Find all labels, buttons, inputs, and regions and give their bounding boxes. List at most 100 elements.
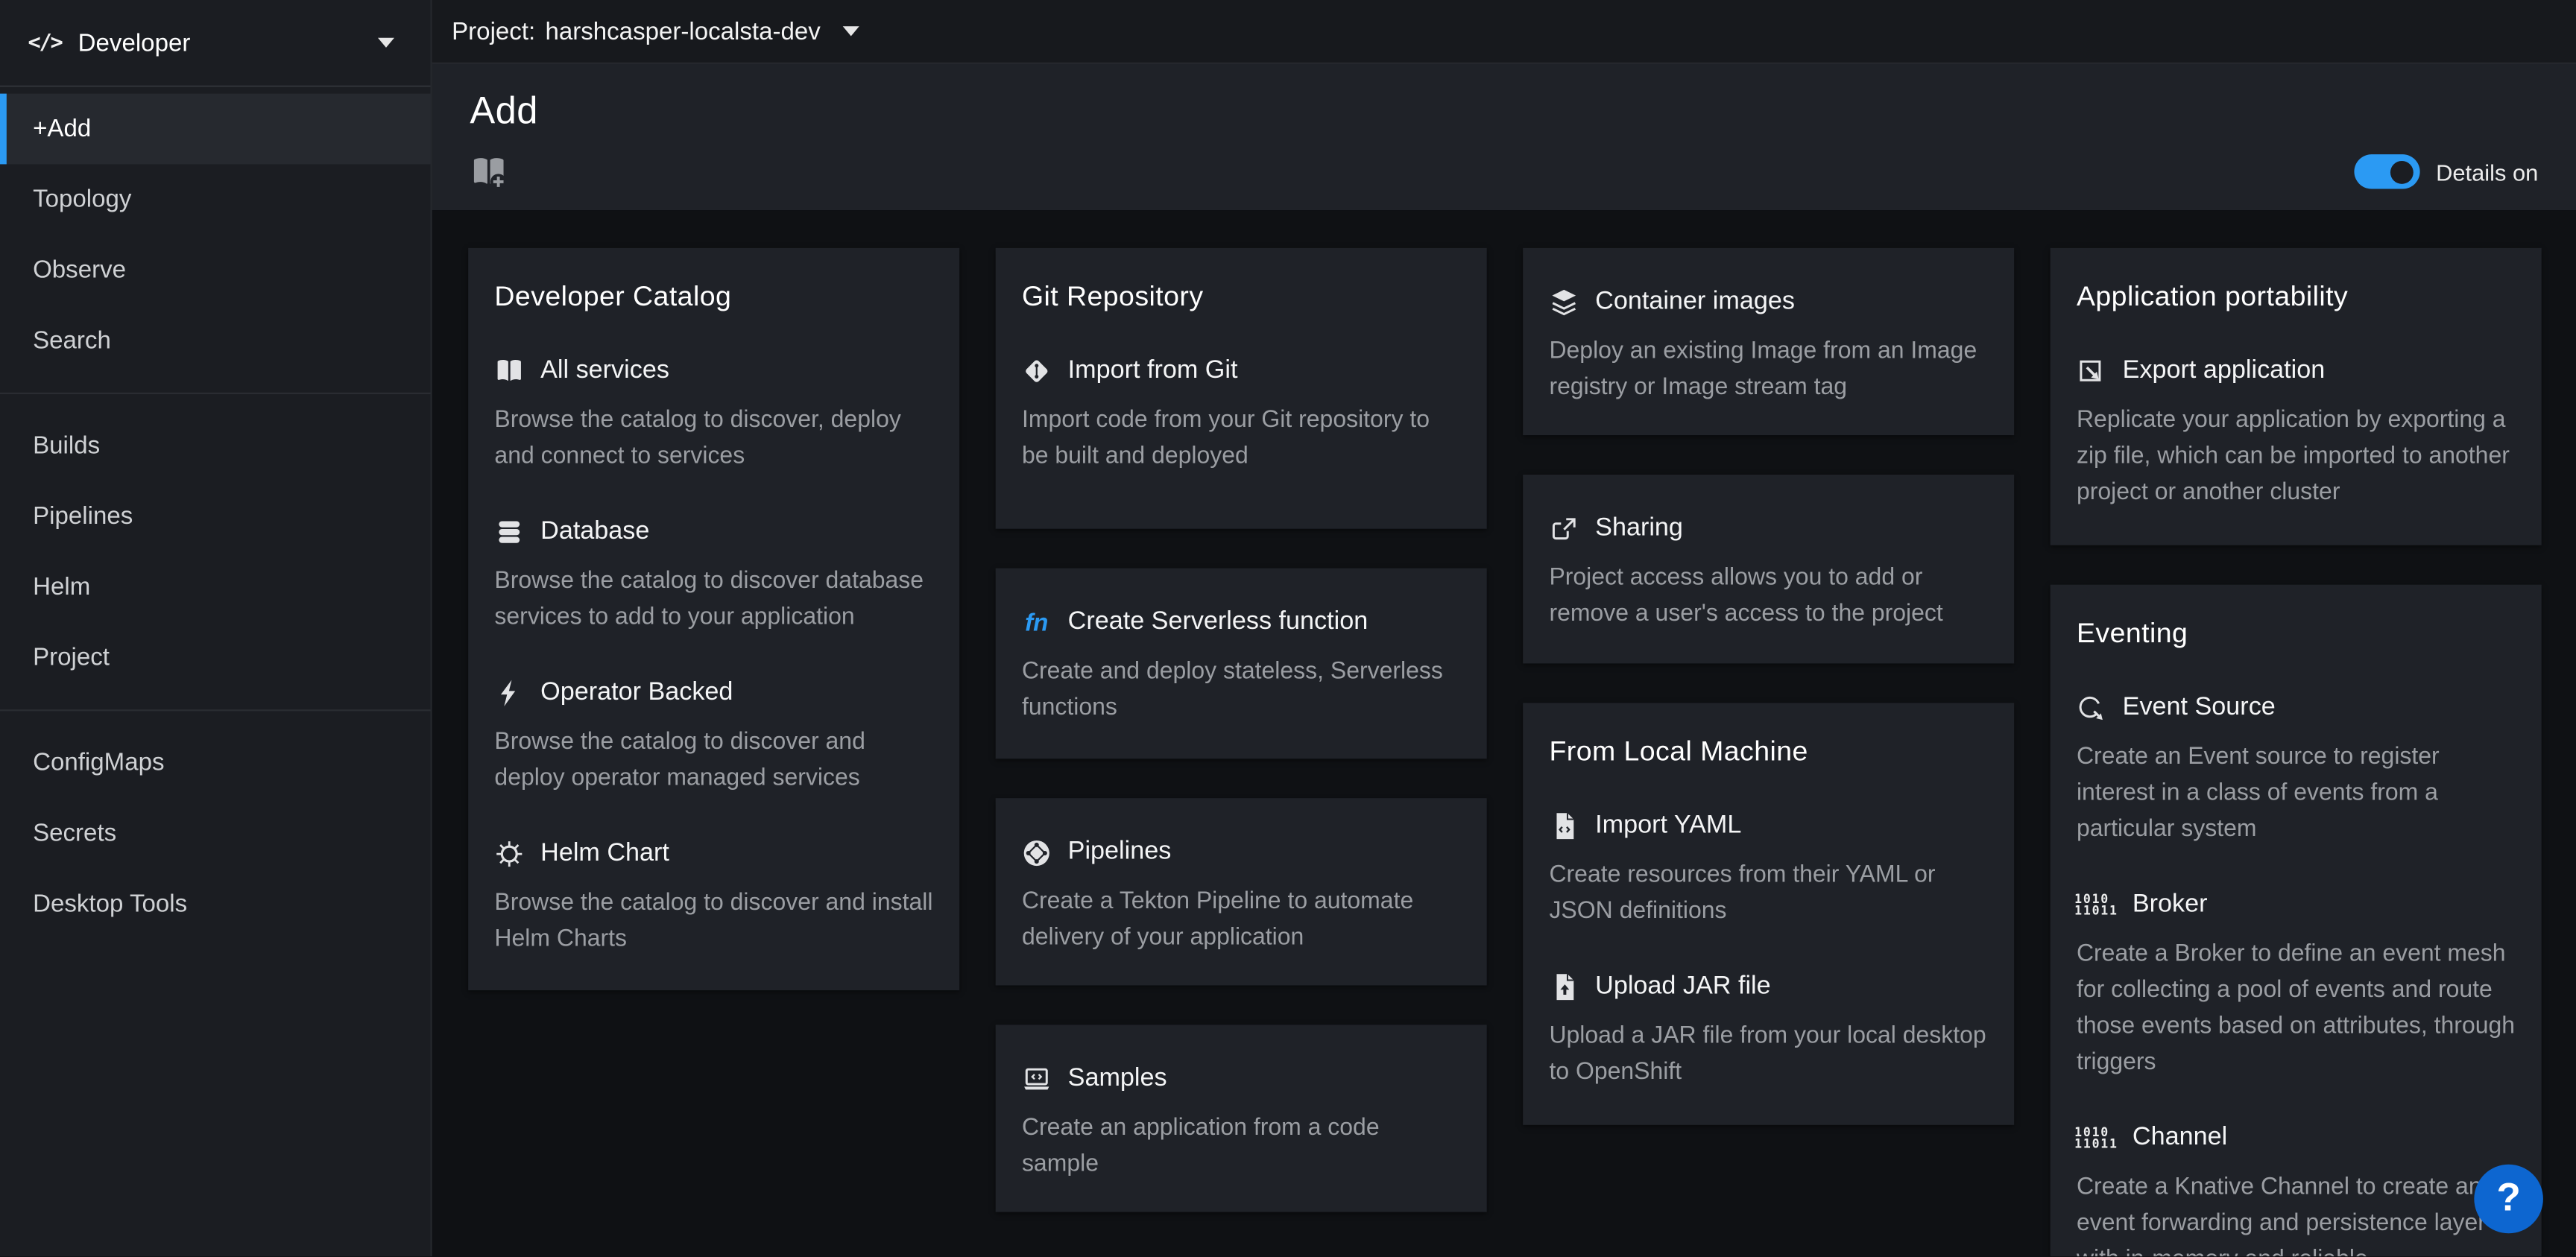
- sidebar-item-builds[interactable]: Builds: [0, 411, 430, 481]
- add-item-channel[interactable]: 101011011 Channel Create a Knative Chann…: [2077, 1124, 2515, 1257]
- add-item-description: Create a Broker to define an event mesh …: [2077, 937, 2515, 1081]
- add-item-title: Event Source: [2123, 693, 2276, 723]
- add-item-samples[interactable]: Samples Create an application from a cod…: [1022, 1064, 1460, 1182]
- add-item-description: Import code from your Git repository to …: [1022, 402, 1460, 475]
- add-item-description: Browse the catalog to discover and deplo…: [494, 724, 932, 797]
- add-item-description: Create a Tekton Pipeline to automate del…: [1022, 884, 1460, 956]
- card-serverless-function: fn Create Serverless function Create and…: [996, 569, 1487, 759]
- sidebar-item-observe[interactable]: Observe: [0, 235, 430, 305]
- file-code-icon: [1549, 811, 1579, 841]
- add-item-operator-backed[interactable]: Operator Backed Browse the catalog to di…: [494, 679, 932, 797]
- add-item-sharing[interactable]: Sharing Project access allows you to add…: [1549, 514, 1987, 633]
- code-icon: </>: [28, 31, 61, 55]
- event-source-icon: [2077, 693, 2106, 723]
- card-eventing: Eventing Event Source: [2051, 585, 2542, 1257]
- chevron-down-icon: [844, 26, 860, 36]
- add-item-all-services[interactable]: All services Browse the catalog to disco…: [494, 356, 932, 475]
- sidebar-item-helm[interactable]: Helm: [0, 552, 430, 623]
- add-item-helm-chart[interactable]: Helm Chart Browse the catalog to discove…: [494, 840, 932, 958]
- sidebar: </> Developer +Add Topology Observe Sear…: [0, 0, 432, 1257]
- card-column: Developer Catalog All services Browse th…: [468, 248, 959, 990]
- add-item-description: Create a Knative Channel to create an ev…: [2077, 1170, 2515, 1257]
- add-item-upload-jar-file[interactable]: Upload JAR file Upload a JAR file from y…: [1549, 972, 1987, 1091]
- sidebar-item-label: ConfigMaps: [33, 749, 164, 776]
- sidebar-item-pipelines[interactable]: Pipelines: [0, 481, 430, 552]
- add-item-event-source[interactable]: Event Source Create an Event source to r…: [2077, 693, 2515, 847]
- add-item-title: Channel: [2133, 1124, 2227, 1153]
- channel-icon: 101011011: [2077, 1124, 2116, 1153]
- card-developer-catalog: Developer Catalog All services Browse th…: [468, 248, 959, 990]
- add-item-description: Deploy an existing Image from an Image r…: [1549, 333, 1987, 405]
- sidebar-item-secrets[interactable]: Secrets: [0, 798, 430, 869]
- laptop-code-icon: [1022, 1064, 1052, 1094]
- add-item-pipelines[interactable]: Pipelines Create a Tekton Pipeline to au…: [1022, 838, 1460, 956]
- sidebar-item-label: Search: [33, 327, 111, 355]
- add-item-title: Import YAML: [1595, 811, 1741, 841]
- sidebar-item-search[interactable]: Search: [0, 305, 430, 376]
- add-item-description: Browse the catalog to discover database …: [494, 563, 932, 636]
- add-item-description: Browse the catalog to discover, deploy a…: [494, 402, 932, 475]
- add-item-title: Operator Backed: [540, 679, 733, 709]
- sidebar-item-label: Topology: [33, 186, 131, 213]
- add-item-database[interactable]: Database Browse the catalog to discover …: [494, 517, 932, 636]
- sidebar-item-label: Secrets: [33, 820, 116, 847]
- sidebar-item-add[interactable]: +Add: [0, 94, 430, 165]
- add-item-broker[interactable]: 101011011 Broker Create a Broker to defi…: [2077, 890, 2515, 1081]
- masthead: Project: harshcasper-localsta-dev: [432, 0, 2576, 64]
- sidebar-divider: [0, 709, 430, 711]
- perspective-switcher[interactable]: </> Developer: [0, 0, 430, 87]
- add-item-title: Pipelines: [1068, 838, 1172, 867]
- sidebar-item-label: Helm: [33, 573, 90, 601]
- project-selector-value: harshcasper-localsta-dev: [545, 17, 820, 45]
- broker-icon: 101011011: [2077, 890, 2116, 920]
- pipelines-icon: [1022, 838, 1052, 867]
- add-item-title: Container images: [1595, 288, 1795, 317]
- book-plus-icon[interactable]: [470, 154, 508, 189]
- add-item-import-yaml[interactable]: Import YAML Create resources from their …: [1549, 811, 1987, 930]
- sidebar-item-label: Desktop Tools: [33, 890, 187, 918]
- sidebar-item-label: Observe: [33, 256, 126, 284]
- card-from-local-machine: From Local Machine Import YAML: [1523, 703, 2014, 1124]
- layers-icon: [1549, 288, 1579, 317]
- help-button[interactable]: ?: [2474, 1165, 2543, 1234]
- bolt-icon: [494, 679, 524, 709]
- sidebar-item-desktop-tools[interactable]: Desktop Tools: [0, 869, 430, 940]
- sidebar-item-project[interactable]: Project: [0, 622, 430, 693]
- add-item-container-images[interactable]: Container images Deploy an existing Imag…: [1549, 288, 1987, 406]
- add-item-create-serverless-function[interactable]: fn Create Serverless function Create and…: [1022, 608, 1460, 726]
- add-item-description: Replicate your application by exporting …: [2077, 402, 2515, 511]
- chevron-down-icon: [378, 38, 394, 48]
- sidebar-nav: +Add Topology Observe Search Builds Pipe…: [0, 87, 430, 940]
- card-pipelines: Pipelines Create a Tekton Pipeline to au…: [996, 798, 1487, 985]
- add-item-title: Sharing: [1595, 514, 1683, 544]
- book-icon: [494, 356, 524, 386]
- sidebar-item-label: Pipelines: [33, 502, 133, 530]
- add-item-title: Broker: [2133, 890, 2208, 920]
- add-item-description: Browse the catalog to discover and insta…: [494, 885, 932, 957]
- add-item-title: Database: [540, 517, 649, 547]
- add-page-content: Developer Catalog All services Browse th…: [432, 210, 2576, 1257]
- card-title: From Local Machine: [1549, 736, 1987, 769]
- add-item-title: Create Serverless function: [1068, 608, 1368, 638]
- sidebar-item-configmaps[interactable]: ConfigMaps: [0, 727, 430, 798]
- export-icon: [2077, 356, 2106, 386]
- add-item-description: Create an Event source to register inter…: [2077, 739, 2515, 848]
- sidebar-item-topology[interactable]: Topology: [0, 164, 430, 235]
- details-toggle-group: Details on: [2354, 154, 2538, 189]
- add-item-description: Project access allows you to add or remo…: [1549, 560, 1987, 633]
- project-selector[interactable]: Project: harshcasper-localsta-dev: [452, 17, 860, 45]
- card-container-images: Container images Deploy an existing Imag…: [1523, 248, 2014, 435]
- main-area: Project: harshcasper-localsta-dev Add De…: [432, 0, 2576, 1257]
- fn-icon: fn: [1022, 608, 1052, 638]
- card-sharing: Sharing Project access allows you to add…: [1523, 475, 2014, 663]
- card-title: Eventing: [2077, 618, 2515, 650]
- details-toggle[interactable]: [2354, 154, 2419, 189]
- add-item-import-from-git[interactable]: Import from Git Import code from your Gi…: [1022, 356, 1460, 475]
- card-git-repository: Git Repository Import from Git Impo: [996, 248, 1487, 529]
- add-item-title: All services: [540, 356, 669, 386]
- card-title: Developer Catalog: [494, 281, 932, 314]
- card-column: Container images Deploy an existing Imag…: [1523, 248, 2014, 1125]
- project-selector-label: Project:: [452, 17, 535, 45]
- sidebar-divider: [0, 393, 430, 394]
- add-item-export-application[interactable]: Export application Replicate your applic…: [2077, 356, 2515, 510]
